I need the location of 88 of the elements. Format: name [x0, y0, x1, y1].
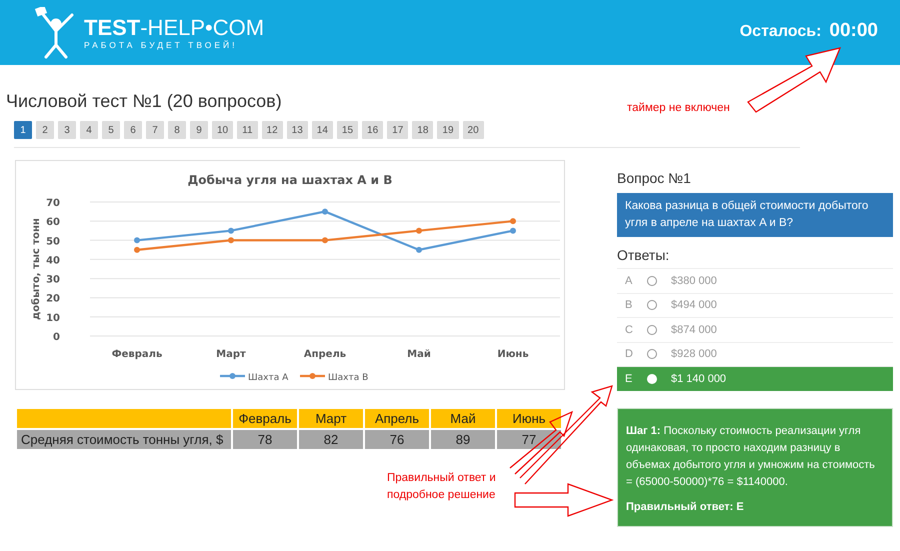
point	[322, 208, 328, 215]
radio-button[interactable]	[647, 300, 657, 310]
logo-title: TEST-HELP•COM	[84, 16, 264, 40]
axis-tick-label: 60	[46, 217, 60, 228]
answers-heading: Ответы:	[617, 247, 670, 263]
axis-tick-label: Апрель	[304, 349, 346, 360]
table-row-header: Средняя стоимость тонны угля, $	[17, 430, 231, 449]
axis-tick-label: Февраль	[112, 349, 162, 360]
annotation-text: таймер не включен	[627, 101, 730, 116]
radio-button[interactable]	[647, 349, 657, 360]
point	[510, 218, 516, 224]
axis-tick-label: 10	[46, 312, 60, 324]
axis-tick-label: 20	[46, 294, 60, 305]
page-button[interactable]: 20	[462, 121, 484, 139]
axis-tick-label: Март	[216, 349, 246, 360]
answer-text: $874 000	[671, 324, 717, 336]
annotation-text: Правильный ответ и подробное решение	[387, 471, 497, 503]
page-button[interactable]: 16	[362, 121, 384, 139]
page-button[interactable]: 9	[190, 121, 208, 139]
answer-letter: A	[625, 274, 634, 287]
table-cell: 76	[365, 430, 429, 449]
logo-tagline: РАБОТА БУДЕТ ТВОЕЙ!	[84, 40, 239, 50]
question-text: Какова разница в общей стоимости добытого угля в апреле на шахтах A и B?	[617, 193, 893, 237]
answer-text: $1 140 000	[671, 372, 726, 385]
point	[134, 237, 140, 244]
point	[228, 237, 234, 244]
radio-button[interactable]	[647, 324, 657, 335]
point	[416, 246, 422, 253]
table-header-cell: Февраль	[233, 409, 297, 428]
answer-letter: B	[625, 299, 634, 312]
radio-button[interactable]	[647, 276, 657, 286]
point	[228, 228, 234, 234]
correct-answer-text: Правильный ответ: E	[626, 500, 745, 514]
question-heading: Вопрос №1	[617, 170, 692, 186]
answer-text: $928 000	[671, 348, 717, 360]
page-button[interactable]: 4	[80, 121, 98, 139]
answer-option[interactable]: A $380 000	[617, 268, 893, 292]
answer-option[interactable]: E $1 140 000	[617, 366, 893, 390]
page-button[interactable]: 7	[146, 121, 164, 139]
answer-option[interactable]: C $874 000	[617, 317, 893, 342]
page-button[interactable]: 19	[437, 121, 459, 139]
answer-letter: C	[625, 324, 634, 336]
page-button[interactable]: 11	[237, 121, 258, 139]
point	[322, 237, 328, 244]
answer-letter: E	[625, 372, 634, 385]
answer-letter: D	[625, 348, 634, 360]
page-button[interactable]: 14	[312, 121, 333, 139]
page-button[interactable]: 8	[168, 121, 186, 139]
page-button[interactable]: 10	[212, 121, 234, 139]
axis-tick-label: Май	[407, 349, 431, 360]
answer-option[interactable]: B $494 000	[617, 292, 893, 317]
page-button[interactable]: 3	[58, 121, 76, 139]
axis-tick-label: 50	[46, 236, 60, 248]
table-cell: 82	[299, 430, 363, 449]
page-button[interactable]: 5	[102, 121, 120, 139]
page-button[interactable]: 12	[262, 121, 283, 139]
answer-text: $494 000	[671, 299, 717, 312]
axis-tick-label: Июнь	[497, 349, 529, 360]
test-title: Числовой тест №1 (20 вопросов)	[6, 91, 282, 112]
page-button[interactable]: 18	[412, 121, 434, 139]
timer-value: 00:00	[829, 20, 878, 42]
axis-tick-label: 70	[46, 198, 60, 209]
page-button[interactable]: 6	[124, 121, 142, 139]
axis-tick-label: 40	[46, 255, 60, 266]
table-cell: 77	[497, 430, 561, 449]
point	[510, 228, 516, 234]
answer-text: $380 000	[671, 274, 717, 287]
timer-label: Осталось:	[740, 22, 822, 40]
page-button[interactable]: 17	[387, 121, 408, 139]
page-button[interactable]: 1	[14, 121, 32, 139]
table-header-cell: Май	[431, 409, 495, 428]
table-header-cell: Апрель	[365, 409, 429, 428]
legend-label: Шахта A	[248, 373, 288, 383]
axis-tick-label: 30	[46, 274, 60, 286]
table-cell: 78	[233, 430, 297, 449]
axis-title: добыто, тыс тонн	[31, 218, 42, 320]
table-cell: 89	[431, 430, 495, 449]
page-button[interactable]: 2	[36, 121, 54, 139]
page-button[interactable]: 15	[336, 121, 358, 139]
solution-text: Шаг 1: Поскольку стоимость реализации угля одинаковая, то просто находим разницу в объемах добытого угля и умножим на стоимость = (65000-50000)*76 = $1140000.	[626, 424, 876, 490]
table-header-cell: Июнь	[497, 409, 561, 428]
chart-title: Добыча угля на шахтах A и B	[188, 173, 392, 187]
page-button[interactable]: 13	[286, 121, 308, 139]
point	[416, 228, 422, 234]
axis-tick-label: 0	[53, 332, 60, 343]
legend-label: Шахта B	[328, 373, 368, 383]
table-header-cell: Март	[299, 409, 363, 428]
point	[134, 246, 140, 253]
